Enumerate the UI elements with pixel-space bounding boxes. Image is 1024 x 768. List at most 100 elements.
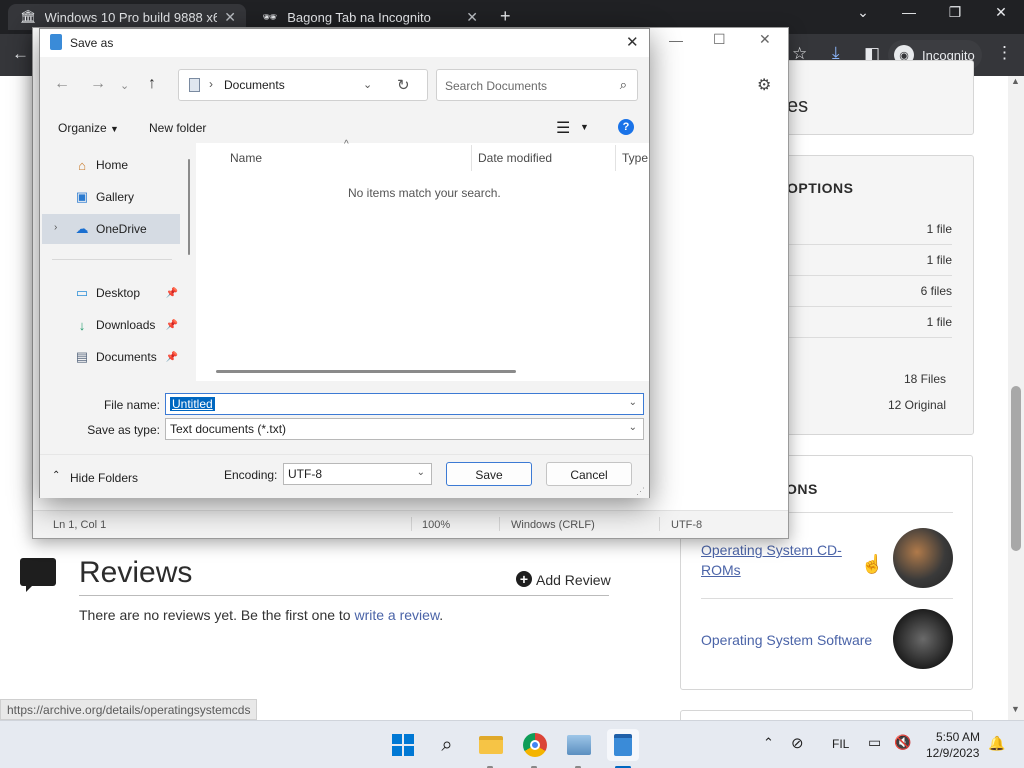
notepad-maximize-icon[interactable]: ☐: [713, 31, 726, 48]
dialog-close-icon[interactable]: ✕: [626, 33, 639, 51]
collection-link-software[interactable]: Operating System Software: [701, 632, 872, 648]
start-button[interactable]: [387, 729, 419, 761]
restore-icon[interactable]: ❐: [940, 4, 970, 21]
new-tab-button[interactable]: +: [500, 6, 511, 27]
notepad-taskbar-icon[interactable]: [607, 729, 639, 761]
total-files[interactable]: 18 Files: [880, 372, 946, 386]
encoding-select[interactable]: UTF-8 ⌄: [283, 463, 432, 485]
close-tab-icon[interactable]: ✕: [224, 9, 236, 26]
language-indicator[interactable]: FIL: [832, 737, 849, 751]
status-divider: [499, 517, 500, 531]
column-separator[interactable]: [471, 145, 472, 171]
address-bar[interactable]: › Documents ⌄ ↻: [178, 69, 428, 101]
forward-arrow-icon[interactable]: →: [90, 75, 106, 93]
menu-icon[interactable]: ⋮: [996, 43, 1013, 63]
back-arrow-icon[interactable]: ←: [54, 75, 70, 93]
reviews-text: There are no reviews yet. Be the first o…: [79, 607, 351, 623]
hide-folders-chevron-icon[interactable]: ⌃: [52, 470, 60, 481]
notification-bell-icon[interactable]: 🔔: [988, 735, 1005, 752]
tab-search-icon[interactable]: ⌄: [848, 4, 878, 21]
up-arrow-icon[interactable]: ↑: [148, 75, 156, 93]
write-review-link[interactable]: write a review: [354, 607, 439, 623]
info-panel: es: [770, 60, 974, 135]
file-name-label: File name:: [103, 398, 160, 412]
hide-folders-button[interactable]: Hide Folders: [70, 471, 138, 485]
gears-thumbnail[interactable]: [893, 528, 953, 588]
column-header-type[interactable]: Type: [622, 151, 648, 165]
back-icon[interactable]: ←: [12, 44, 29, 64]
address-dropdown-icon[interactable]: ⌄: [363, 78, 372, 91]
download-row[interactable]: 6 files: [788, 276, 952, 307]
dialog-title: Save as: [70, 36, 114, 50]
add-review-button[interactable]: Add Review: [536, 572, 611, 588]
column-separator[interactable]: [615, 145, 616, 171]
reviews-divider: [79, 595, 609, 596]
nav-item-documents[interactable]: ▤ Documents 📌: [42, 342, 180, 372]
nav-item-desktop[interactable]: ▭ Desktop 📌: [42, 278, 180, 308]
close-window-icon[interactable]: ✕: [986, 4, 1016, 21]
circuit-thumbnail[interactable]: [893, 609, 953, 669]
minimize-icon[interactable]: —: [894, 4, 924, 20]
file-name-dropdown-icon[interactable]: ⌄: [629, 397, 637, 408]
view-dropdown-icon[interactable]: ▼: [580, 122, 589, 132]
organize-label: Organize: [58, 121, 107, 135]
breadcrumb-documents[interactable]: Documents: [224, 78, 285, 92]
clock-time[interactable]: 5:50 AM: [936, 730, 980, 744]
nav-divider: [52, 259, 172, 260]
file-explorer-icon[interactable]: [475, 729, 507, 761]
column-header-name[interactable]: Name: [230, 151, 262, 165]
file-count: 1 file: [926, 315, 952, 329]
help-icon[interactable]: ?: [618, 119, 634, 135]
horizontal-scrollbar[interactable]: [216, 370, 516, 373]
dialog-title-bar: Save as ✕: [40, 29, 649, 57]
save-button[interactable]: Save: [446, 462, 532, 486]
new-folder-button[interactable]: New folder: [149, 121, 206, 135]
notepad-close-icon[interactable]: ✕: [759, 31, 771, 48]
nav-item-gallery[interactable]: ▣ Gallery: [42, 182, 180, 212]
tray-chevron-icon[interactable]: ⌃: [763, 735, 774, 751]
download-row[interactable]: 1 file: [788, 245, 952, 276]
navigation-pane: ⌂ Home ▣ Gallery › ☁ OneDrive ▭ Desktop …: [42, 143, 194, 381]
expand-chevron-icon[interactable]: ›: [54, 222, 57, 233]
download-row[interactable]: 1 file: [788, 214, 952, 245]
save-type-dropdown-icon[interactable]: ⌄: [629, 422, 637, 433]
recent-locations-icon[interactable]: ⌄: [120, 79, 129, 92]
page-scrollbar[interactable]: ▲ ▼: [1008, 76, 1024, 720]
file-name-input[interactable]: Untitled ⌄: [165, 393, 644, 415]
chrome-icon[interactable]: [519, 729, 551, 761]
panel-title-partial: es: [787, 95, 809, 117]
view-options-icon[interactable]: ☰: [556, 118, 570, 138]
nav-item-home[interactable]: ⌂ Home: [42, 150, 180, 180]
search-icon: ⌕: [619, 77, 627, 92]
nav-item-onedrive[interactable]: › ☁ OneDrive: [42, 214, 180, 244]
clock-date[interactable]: 12/9/2023: [926, 746, 979, 760]
refresh-icon[interactable]: ↻: [397, 76, 410, 94]
search-taskbar-icon[interactable]: ⌕: [431, 729, 463, 761]
organize-button[interactable]: Organize ▼: [58, 121, 119, 135]
resize-grip-icon[interactable]: ⋰: [636, 486, 645, 497]
original-files[interactable]: 12 Original: [870, 398, 946, 412]
file-name-value: Untitled: [170, 397, 215, 411]
add-icon[interactable]: +: [516, 571, 532, 587]
photos-icon[interactable]: [563, 729, 595, 761]
scroll-down-icon[interactable]: ▼: [1011, 704, 1020, 714]
network-off-icon[interactable]: ⊘: [791, 734, 804, 752]
close-tab-icon[interactable]: ✕: [466, 9, 478, 26]
settings-gear-icon[interactable]: ⚙: [757, 75, 771, 95]
cancel-button[interactable]: Cancel: [546, 462, 632, 486]
display-icon[interactable]: ▭: [868, 734, 881, 751]
search-input[interactable]: Search Documents ⌕: [436, 69, 638, 101]
nav-item-downloads[interactable]: ↓ Downloads 📌: [42, 310, 180, 340]
column-header-date-modified[interactable]: Date modified: [478, 151, 552, 165]
encoding-dropdown-icon[interactable]: ⌄: [417, 467, 425, 478]
save-type-select[interactable]: Text documents (*.txt) ⌄: [165, 418, 644, 440]
download-row[interactable]: 1 file: [788, 307, 952, 338]
collection-link-cdroms[interactable]: Operating System CD-ROMs: [701, 540, 861, 580]
file-count: 1 file: [926, 253, 952, 267]
cloud-icon: ☁: [75, 221, 89, 236]
scroll-up-icon[interactable]: ▲: [1011, 76, 1020, 86]
volume-muted-icon[interactable]: 🔇: [894, 734, 911, 751]
scrollbar-thumb[interactable]: [1011, 386, 1021, 551]
nav-scrollbar-thumb[interactable]: [188, 159, 190, 255]
notepad-minimize-icon[interactable]: —: [669, 32, 683, 48]
